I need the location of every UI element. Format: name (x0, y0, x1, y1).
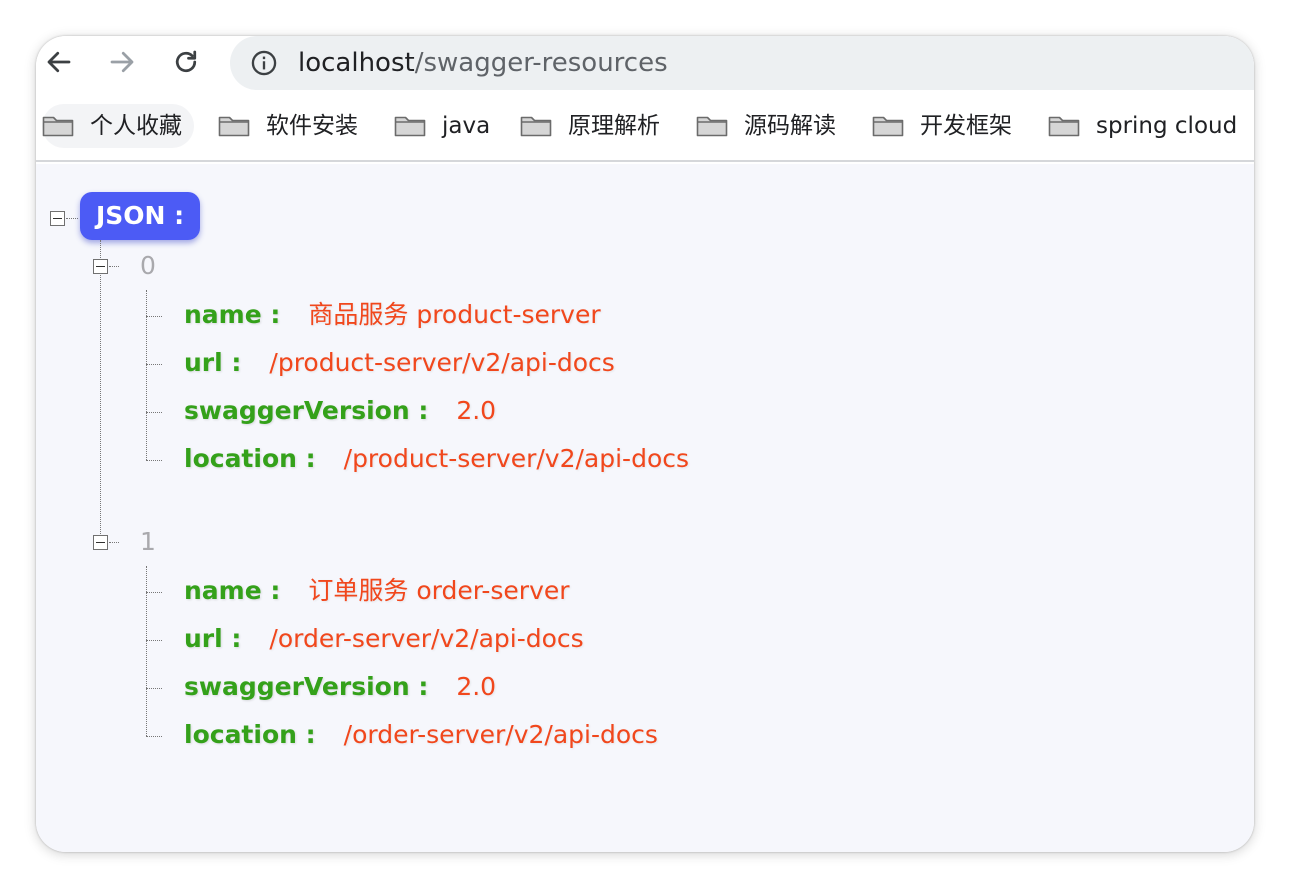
json-field-row: swaggerVersion : 2.0 (184, 670, 496, 704)
array-index: 1 (140, 527, 156, 556)
json-key: location : (184, 444, 316, 473)
url-path: /swagger-resources (414, 48, 668, 78)
bookmark-folder[interactable]: java (394, 104, 490, 148)
folder-icon (218, 116, 250, 137)
bookmark-folder[interactable]: spring cloud (1048, 104, 1237, 148)
folder-icon (696, 116, 728, 137)
bookmark-label: 源码解读 (744, 113, 836, 139)
url-text[interactable]: localhost/swagger-resources (298, 47, 668, 79)
json-key: swaggerVersion : (184, 672, 429, 701)
tree-connector (109, 542, 119, 543)
bookmark-folder[interactable]: 源码解读 (696, 104, 836, 148)
folder-icon (520, 116, 552, 137)
json-key: swaggerVersion : (184, 396, 429, 425)
tree-connector (66, 218, 78, 219)
tree-connector (146, 412, 162, 413)
address-bar[interactable]: localhost/swagger-resources (230, 36, 1254, 90)
bookmark-folder[interactable]: 原理解析 (520, 104, 660, 148)
bookmark-label: 开发框架 (920, 113, 1012, 139)
bookmark-label: java (442, 113, 491, 139)
bookmarks-bar: 个人收藏 软件安装 java 原理解析 源码解读 开发框架 spring clo… (36, 90, 1254, 162)
bookmark-label: 原理解析 (568, 113, 660, 139)
bookmark-label: spring cloud (1096, 113, 1238, 139)
json-key: name : (184, 576, 281, 605)
json-viewer: JSON : 0 name : 商品服务 product-server url :… (36, 164, 1254, 852)
tree-connector (146, 688, 162, 689)
json-field-row: location : /product-server/v2/api-docs (184, 442, 689, 476)
browser-toolbar: localhost/swagger-resources (36, 36, 1254, 90)
bookmark-folder[interactable]: 个人收藏 (42, 104, 194, 148)
tree-connector (146, 460, 162, 461)
json-value: /order-server/v2/api-docs (343, 720, 658, 749)
url-host: localhost (298, 48, 415, 78)
json-field-row: name : 订单服务 order-server (184, 574, 570, 608)
json-key: url : (184, 348, 242, 377)
forward-button[interactable] (104, 44, 140, 80)
collapse-item-toggle[interactable] (93, 259, 108, 274)
tree-connector (146, 316, 162, 317)
json-value: /product-server/v2/api-docs (269, 348, 615, 377)
json-key: location : (184, 720, 316, 749)
tree-connector (109, 266, 119, 267)
browser-window: localhost/swagger-resources 个人收藏 软件安装 ja… (36, 36, 1254, 852)
tree-connector (146, 736, 162, 737)
json-field-row: swaggerVersion : 2.0 (184, 394, 496, 428)
bookmark-label: 个人收藏 (90, 113, 182, 139)
json-value: 订单服务 order-server (308, 576, 570, 605)
bookmark-label: 软件安装 (266, 113, 358, 139)
array-index: 0 (140, 251, 156, 280)
folder-icon (42, 116, 74, 137)
tree-connector (146, 592, 162, 593)
back-button[interactable] (41, 44, 77, 80)
tree-connector (100, 240, 101, 542)
folder-icon (872, 116, 904, 137)
json-field-row: url : /product-server/v2/api-docs (184, 346, 615, 380)
json-field-row: location : /order-server/v2/api-docs (184, 718, 658, 752)
json-value: /product-server/v2/api-docs (343, 444, 690, 473)
tree-connector (146, 364, 162, 365)
json-field-row: url : /order-server/v2/api-docs (184, 622, 584, 656)
json-value: 2.0 (456, 396, 497, 425)
collapse-root-toggle[interactable] (50, 211, 65, 226)
reload-button[interactable] (168, 44, 204, 80)
json-field-row: name : 商品服务 product-server (184, 298, 601, 332)
bookmark-folder[interactable]: 开发框架 (872, 104, 1012, 148)
json-value: 2.0 (456, 672, 497, 701)
arrow-left-icon (47, 51, 71, 73)
arrow-right-icon (110, 51, 134, 73)
json-key: url : (184, 624, 242, 653)
folder-icon (1048, 116, 1080, 137)
json-value: /order-server/v2/api-docs (269, 624, 584, 653)
json-value: 商品服务 product-server (308, 300, 601, 329)
json-key: name : (184, 300, 281, 329)
collapse-item-toggle[interactable] (93, 535, 108, 550)
reload-icon (175, 50, 197, 73)
tree-connector (146, 640, 162, 641)
bookmark-folder[interactable]: 软件安装 (218, 104, 358, 148)
site-info-icon[interactable] (250, 49, 278, 77)
json-root-badge: JSON : (80, 192, 201, 240)
folder-icon (394, 116, 426, 137)
